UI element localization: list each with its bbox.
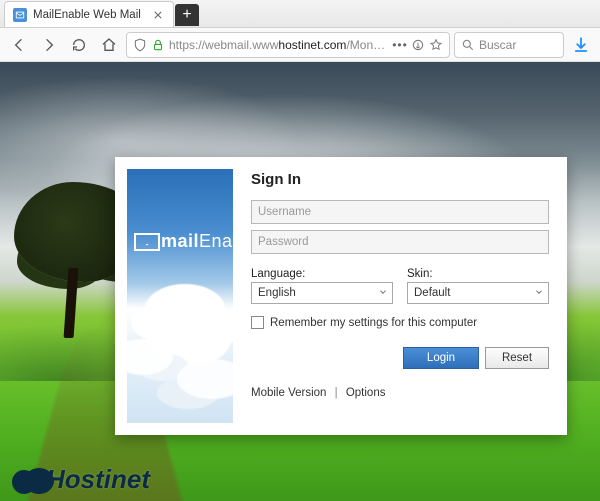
password-input[interactable] bbox=[251, 230, 549, 254]
downloads-button[interactable] bbox=[568, 32, 594, 58]
reload-button[interactable] bbox=[66, 32, 92, 58]
language-select[interactable]: English bbox=[251, 282, 393, 304]
tab-favicon-icon bbox=[13, 8, 27, 22]
page-actions-icon[interactable]: ••• bbox=[393, 38, 407, 52]
options-link[interactable]: Options bbox=[346, 387, 386, 399]
lock-icon bbox=[151, 38, 165, 52]
page-viewport: mailEnable Sign In Language: English bbox=[0, 62, 600, 501]
chevron-down-icon bbox=[378, 287, 388, 300]
skin-value: Default bbox=[414, 287, 450, 299]
login-panel: mailEnable Sign In Language: English bbox=[115, 157, 567, 435]
url-bar[interactable]: https://webmail.wwwhostinet.com/Mondo/la… bbox=[126, 32, 450, 58]
home-button[interactable] bbox=[96, 32, 122, 58]
envelope-icon bbox=[134, 233, 160, 251]
brand-image: mailEnable bbox=[127, 169, 233, 423]
chevron-down-icon bbox=[534, 287, 544, 300]
bookmark-star-icon[interactable] bbox=[429, 38, 443, 52]
url-text: https://webmail.wwwhostinet.com/Mondo/la… bbox=[169, 38, 389, 52]
skin-select[interactable]: Default bbox=[407, 282, 549, 304]
new-tab-button[interactable]: + bbox=[175, 4, 199, 26]
mobile-version-link[interactable]: Mobile Version bbox=[251, 387, 326, 399]
back-button[interactable] bbox=[6, 32, 32, 58]
browser-tab[interactable]: MailEnable Web Mail bbox=[4, 1, 174, 27]
forward-button[interactable] bbox=[36, 32, 62, 58]
footer-links: Mobile Version | Options bbox=[251, 387, 549, 399]
signin-heading: Sign In bbox=[251, 171, 549, 188]
reset-button[interactable]: Reset bbox=[485, 347, 549, 369]
skin-label: Skin: bbox=[407, 268, 549, 280]
brand-logo: mailEnable bbox=[134, 231, 233, 252]
language-value: English bbox=[258, 287, 296, 299]
login-button[interactable]: Login bbox=[403, 347, 479, 369]
watermark-text: Hostinet bbox=[46, 464, 150, 495]
shield-icon bbox=[133, 38, 147, 52]
remember-label: Remember my settings for this computer bbox=[270, 317, 477, 329]
brand-pane: mailEnable bbox=[115, 157, 245, 435]
watermark-logo: Hostinet bbox=[10, 464, 150, 495]
search-icon bbox=[461, 38, 475, 52]
tab-strip: MailEnable Web Mail + bbox=[0, 0, 600, 28]
nav-bar: https://webmail.wwwhostinet.com/Mondo/la… bbox=[0, 28, 600, 62]
remember-checkbox[interactable]: Remember my settings for this computer bbox=[251, 316, 549, 329]
search-bar[interactable]: Buscar bbox=[454, 32, 564, 58]
cloud-icon bbox=[10, 466, 54, 494]
username-input[interactable] bbox=[251, 200, 549, 224]
login-form: Sign In Language: English Skin: bbox=[245, 157, 567, 435]
language-label: Language: bbox=[251, 268, 393, 280]
tab-close-icon[interactable] bbox=[151, 8, 165, 22]
search-placeholder: Buscar bbox=[479, 38, 516, 52]
checkbox-icon bbox=[251, 316, 264, 329]
tab-title: MailEnable Web Mail bbox=[33, 9, 141, 21]
reader-icon[interactable] bbox=[411, 38, 425, 52]
